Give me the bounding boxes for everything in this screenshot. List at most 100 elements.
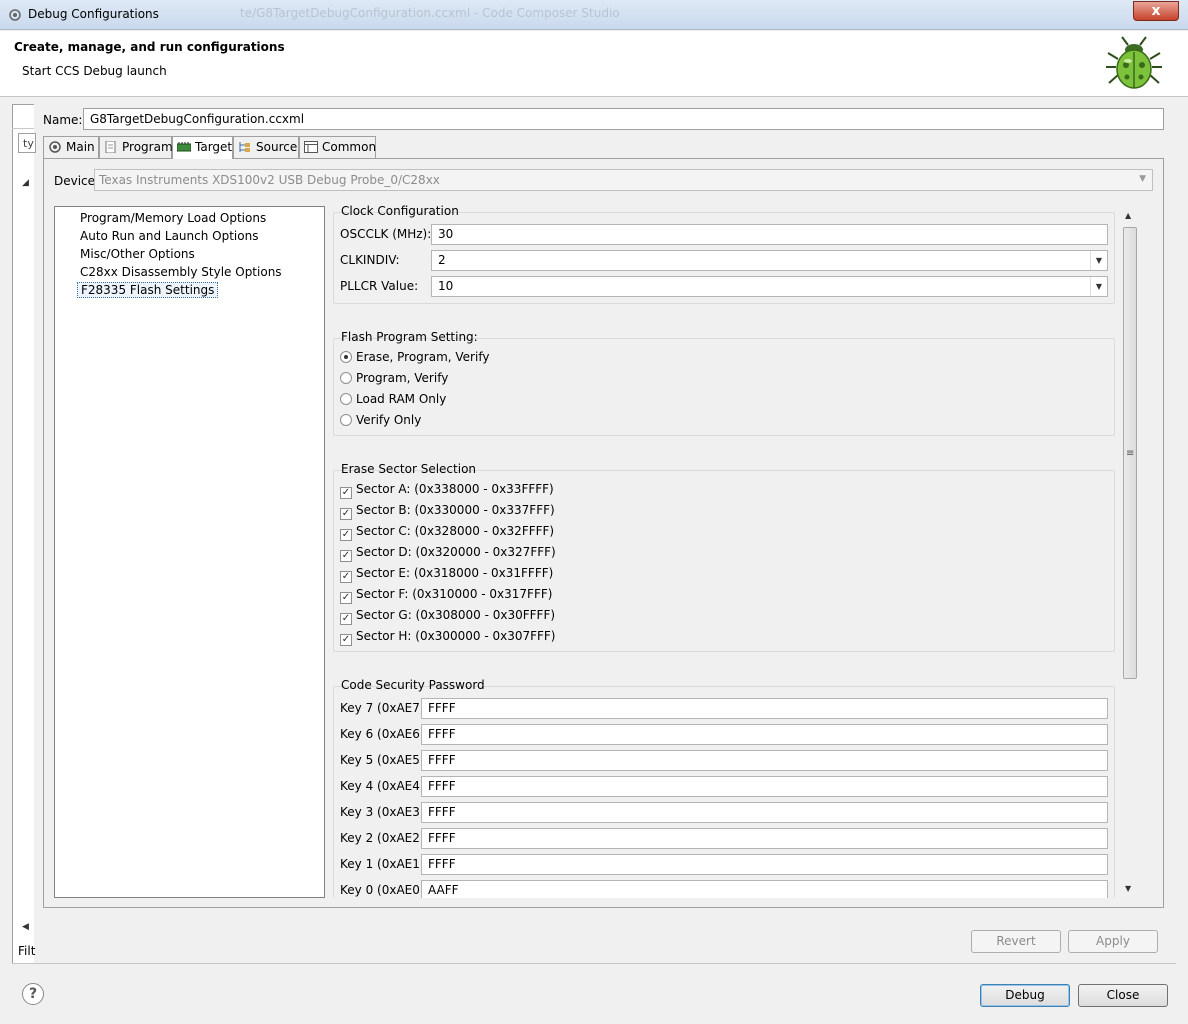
key3-input[interactable]: FFFF — [421, 802, 1108, 823]
tab-program-label: Program — [122, 140, 173, 154]
key2-input[interactable]: FFFF — [421, 828, 1108, 849]
key6-label: Key 6 (0xAE6): — [340, 727, 429, 741]
key1-input[interactable]: FFFF — [421, 854, 1108, 875]
checkbox-sector-h[interactable]: ✓ Sector H: (0x300000 - 0x307FFF) — [340, 629, 556, 646]
key3-label: Key 3 (0xAE3): — [340, 805, 429, 819]
dialog-header: Create, manage, and run configurations S… — [0, 31, 1188, 97]
debug-button[interactable]: Debug — [980, 984, 1070, 1007]
tab-source[interactable]: Source — [233, 136, 299, 158]
checkbox-label: Sector C: (0x328000 - 0x32FFFF) — [356, 524, 555, 538]
key2-label: Key 2 (0xAE2): — [340, 831, 429, 845]
device-select[interactable]: Texas Instruments XDS100v2 USB Debug Pro… — [94, 169, 1153, 191]
source-tab-icon — [239, 142, 250, 152]
tree-item-disassembly-style[interactable]: C28xx Disassembly Style Options — [80, 265, 282, 279]
checkbox-label: Sector H: (0x300000 - 0x307FFF) — [356, 629, 556, 643]
scroll-grip-icon: ≡ — [1126, 448, 1135, 459]
left-panel-divider — [12, 128, 34, 129]
checkmark-icon: ✓ — [340, 634, 352, 646]
tree-item-misc-options[interactable]: Misc/Other Options — [80, 247, 195, 261]
tree-item-auto-run[interactable]: Auto Run and Launch Options — [80, 229, 258, 243]
configuration-list-panel — [12, 104, 34, 964]
tab-common[interactable]: Common — [299, 136, 376, 158]
checkbox-sector-f[interactable]: ✓ Sector F: (0x310000 - 0x317FFF) — [340, 587, 552, 604]
window-title-faded: te/G8TargetDebugConfiguration.ccxml - Co… — [240, 6, 620, 20]
clkindiv-select[interactable]: 2 ▼ — [431, 250, 1108, 271]
radio-icon — [340, 372, 352, 384]
tree-item-flash-settings[interactable]: F28335 Flash Settings — [77, 282, 219, 298]
tab-common-label: Common — [322, 140, 377, 154]
key4-label: Key 4 (0xAE4): — [340, 779, 429, 793]
radio-erase-program-verify[interactable]: Erase, Program, Verify — [340, 350, 489, 364]
clkindiv-value: 2 — [438, 253, 446, 267]
scroll-down-arrow-icon[interactable]: ▼ — [1125, 884, 1131, 893]
options-tree: Program/Memory Load Options Auto Run and… — [54, 206, 325, 898]
radio-icon — [340, 393, 352, 405]
key4-input[interactable]: FFFF — [421, 776, 1108, 797]
header-title: Create, manage, and run configurations — [14, 40, 285, 54]
close-button[interactable]: Close — [1078, 984, 1168, 1007]
bug-icon — [1106, 36, 1162, 89]
checkmark-icon: ✓ — [340, 613, 352, 625]
main-tab-icon — [49, 141, 61, 153]
tab-main-label: Main — [66, 140, 95, 154]
device-select-value: Texas Instruments XDS100v2 USB Debug Pro… — [99, 173, 440, 187]
radio-label: Verify Only — [356, 413, 422, 427]
window-title: Debug Configurations — [28, 7, 159, 21]
checkbox-label: Sector E: (0x318000 - 0x31FFFF) — [356, 566, 554, 580]
title-bar: Debug Configurations te/G8TargetDebugCon… — [0, 0, 1188, 30]
tab-source-label: Source — [256, 140, 298, 154]
pllcr-value: 10 — [438, 279, 454, 293]
radio-label: Load RAM Only — [356, 392, 447, 406]
radio-verify-only[interactable]: Verify Only — [340, 413, 421, 427]
footer-divider — [12, 963, 1176, 964]
checkbox-sector-g[interactable]: ✓ Sector G: (0x308000 - 0x30FFFF) — [340, 608, 555, 625]
scroll-left-arrow-icon[interactable]: ◀ — [22, 922, 29, 932]
help-icon[interactable]: ? — [22, 983, 44, 1005]
tree-item-program-memory[interactable]: Program/Memory Load Options — [80, 211, 266, 225]
checkmark-icon: ✓ — [340, 508, 352, 520]
program-tab-icon — [105, 141, 116, 153]
checkbox-sector-b[interactable]: ✓ Sector B: (0x330000 - 0x337FFF) — [340, 503, 555, 520]
checkbox-label: Sector D: (0x320000 - 0x327FFF) — [356, 545, 556, 559]
checkbox-sector-d[interactable]: ✓ Sector D: (0x320000 - 0x327FFF) — [340, 545, 556, 562]
code-security-title: Code Security Password — [341, 678, 485, 692]
key0-label: Key 0 (0xAE0): — [340, 883, 429, 897]
tab-main[interactable]: Main — [43, 136, 99, 158]
revert-button[interactable]: Revert — [971, 930, 1061, 953]
filter-label: Filt — [18, 944, 36, 958]
oscclk-input[interactable]: 30 — [431, 224, 1108, 245]
left-tree-arrow-icon[interactable]: ◢ — [22, 178, 29, 188]
tab-target-label: Target — [195, 140, 233, 154]
radio-icon — [340, 414, 352, 426]
flash-program-title: Flash Program Setting: — [341, 330, 478, 344]
pllcr-label: PLLCR Value: — [340, 279, 419, 293]
oscclk-label: OSCCLK (MHz): — [340, 227, 432, 241]
name-input[interactable]: G8TargetDebugConfiguration.ccxml — [83, 108, 1164, 130]
target-tab-icon — [177, 142, 191, 152]
key7-input[interactable]: FFFF — [421, 698, 1108, 719]
radio-label: Program, Verify — [356, 371, 449, 385]
checkbox-sector-c[interactable]: ✓ Sector C: (0x328000 - 0x32FFFF) — [340, 524, 554, 541]
checkmark-icon: ✓ — [340, 592, 352, 604]
radio-load-ram-only[interactable]: Load RAM Only — [340, 392, 446, 406]
radio-program-verify[interactable]: Program, Verify — [340, 371, 448, 385]
key5-input[interactable]: FFFF — [421, 750, 1108, 771]
tab-target[interactable]: Target — [172, 136, 233, 159]
checkbox-sector-a[interactable]: ✓ Sector A: (0x338000 - 0x33FFFF) — [340, 482, 554, 499]
chevron-down-icon: ▼ — [1139, 174, 1146, 184]
key0-input[interactable]: AAFF — [421, 880, 1108, 898]
chevron-down-icon: ▼ — [1090, 251, 1107, 270]
window-close-button[interactable]: x — [1133, 1, 1179, 21]
key6-input[interactable]: FFFF — [421, 724, 1108, 745]
checkbox-label: Sector G: (0x308000 - 0x30FFFF) — [356, 608, 556, 622]
filter-input[interactable]: ty — [18, 133, 36, 153]
key7-label: Key 7 (0xAE7): — [340, 701, 429, 715]
scroll-up-arrow-icon[interactable]: ▲ — [1125, 211, 1131, 220]
checkmark-icon: ✓ — [340, 487, 352, 499]
pllcr-select[interactable]: 10 ▼ — [431, 276, 1108, 297]
checkbox-sector-e[interactable]: ✓ Sector E: (0x318000 - 0x31FFFF) — [340, 566, 553, 583]
clkindiv-label: CLKINDIV: — [340, 253, 400, 267]
clock-config-title: Clock Configuration — [341, 204, 459, 218]
tab-program[interactable]: Program — [99, 136, 173, 158]
apply-button[interactable]: Apply — [1068, 930, 1158, 953]
